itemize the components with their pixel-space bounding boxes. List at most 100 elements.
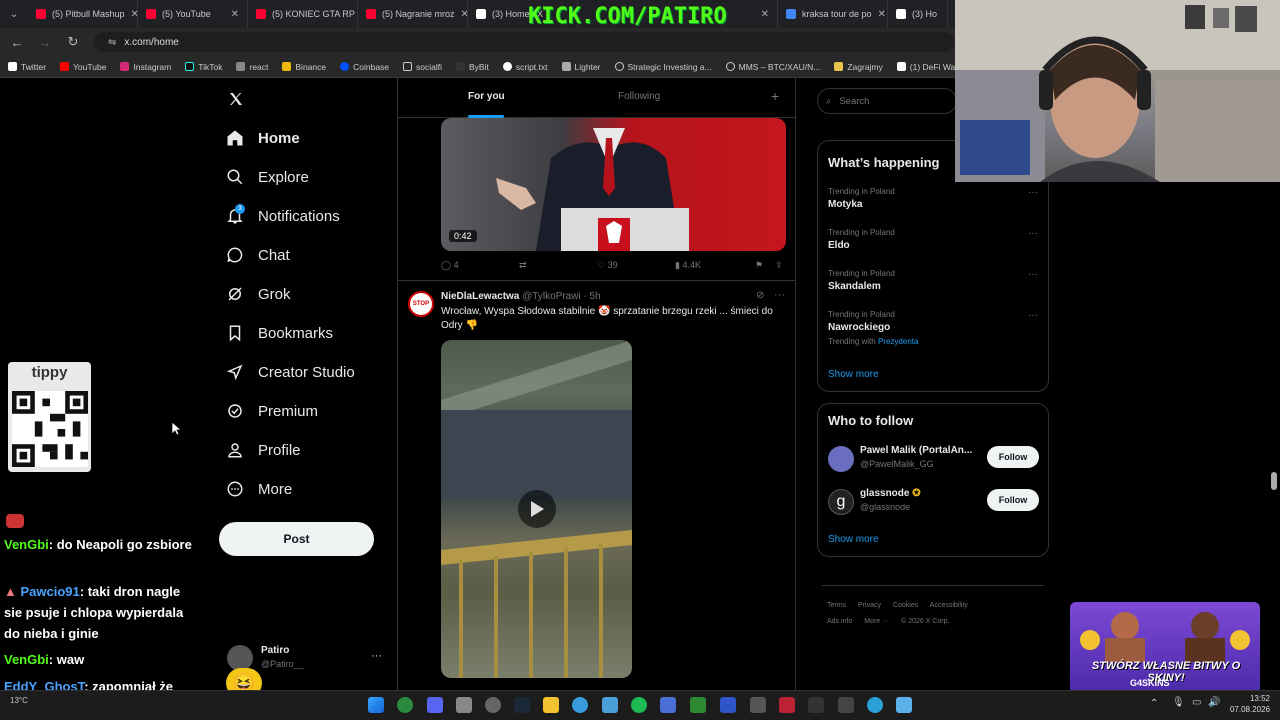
bookmark[interactable]: Strategic Investing a... — [614, 62, 712, 72]
spotify-icon[interactable] — [631, 697, 647, 713]
trend-item[interactable]: Trending in Poland Motyka — [828, 187, 1038, 210]
bookmark[interactable]: Binance — [282, 62, 326, 72]
browser-tab[interactable]: (5) YouTube ✕ — [138, 0, 248, 28]
trend-item[interactable]: Trending in Poland Skandalem — [828, 269, 1038, 292]
show-more-link[interactable]: Show more — [828, 534, 879, 545]
scrollbar-thumb[interactable] — [1271, 472, 1277, 490]
url-field[interactable]: ⇋ x.com/home — [94, 32, 954, 52]
footer-link[interactable]: Privacy — [858, 602, 881, 609]
chat-username[interactable]: VenGbi — [4, 537, 49, 552]
avatar[interactable]: g — [828, 489, 854, 515]
grok-icon[interactable]: ⊘ — [756, 290, 764, 301]
bookmark[interactable]: Twitter — [8, 62, 46, 72]
browser-tab[interactable]: (5) KONIEC GTA RP✕ — [248, 0, 358, 28]
weather-temp[interactable]: 13°C — [10, 696, 28, 705]
bookmark[interactable]: script.txt — [502, 62, 548, 72]
tab-for-you[interactable]: For you — [468, 91, 505, 102]
post-author[interactable]: NieDlaLewactwa — [441, 291, 519, 302]
repost-icon[interactable]: ⇄ — [519, 260, 527, 271]
avatar[interactable]: STOP — [408, 291, 434, 317]
footer-link[interactable]: Ads info — [827, 618, 852, 625]
account-more-icon[interactable]: ··· — [371, 650, 382, 662]
browser-tab[interactable]: (5) Pitbull Mashup ✕ — [28, 0, 138, 28]
close-icon[interactable]: ✕ — [878, 9, 886, 20]
trend-more-icon[interactable]: ··· — [1028, 310, 1038, 321]
microphone-icon[interactable]: 🎙 — [1172, 697, 1185, 708]
add-feed-icon[interactable]: + — [771, 88, 779, 104]
search-input[interactable]: ⌕ Search — [817, 88, 957, 114]
site-settings-icon[interactable]: ⇋ — [108, 37, 116, 48]
app-icon[interactable] — [690, 697, 706, 713]
post-button[interactable]: Post — [219, 522, 374, 556]
bookmark[interactable]: TikTok — [185, 62, 222, 72]
chat-username[interactable]: Pawcio91 — [20, 584, 79, 599]
app-icon[interactable] — [808, 697, 824, 713]
bookmark[interactable]: Zagrajmy — [834, 62, 883, 72]
app-icon[interactable] — [660, 697, 676, 713]
bookmark[interactable]: Coinbase — [340, 62, 389, 72]
footer-link[interactable]: Terms — [827, 602, 846, 609]
footer-link[interactable]: Accessibility — [930, 602, 968, 609]
forward-icon[interactable]: → — [38, 35, 52, 50]
trend-link[interactable]: Prezydenta — [878, 337, 918, 346]
bookmark[interactable]: Instagram — [120, 62, 171, 72]
discord-icon[interactable] — [427, 697, 443, 713]
nav-creator-studio[interactable]: Creator Studio — [226, 363, 355, 381]
browser-tab[interactable]: (5) Nagranie mroz ✕ — [358, 0, 468, 28]
network-icon[interactable]: ▭ — [1192, 697, 1201, 708]
show-more-link[interactable]: Show more — [828, 369, 879, 380]
folder-icon[interactable] — [543, 697, 559, 713]
follow-button[interactable]: Follow — [987, 489, 1039, 511]
post-more-icon[interactable]: ··· — [774, 289, 785, 301]
play-icon[interactable] — [518, 490, 556, 528]
clock-time[interactable]: 13:52 — [1240, 694, 1270, 703]
chrome-icon[interactable] — [397, 697, 413, 713]
trend-more-icon[interactable]: ··· — [1028, 269, 1038, 280]
steam-icon[interactable] — [514, 697, 530, 713]
nav-grok[interactable]: Grok — [226, 285, 291, 303]
nav-notifications[interactable]: 3 Notifications — [226, 204, 340, 225]
follow-name[interactable]: Pawel Malik (PortalAn... — [860, 445, 972, 456]
footer-link[interactable]: Cookies — [893, 602, 918, 609]
tab-list-menu-icon[interactable]: ⌄ — [0, 9, 28, 20]
close-icon[interactable]: ✕ — [131, 9, 137, 20]
video-player[interactable] — [441, 340, 632, 678]
share-icon[interactable]: ⇪ — [775, 260, 783, 271]
app-icon[interactable] — [485, 697, 501, 713]
app-icon[interactable] — [867, 697, 883, 713]
post-handle[interactable]: @TylkoPrawi — [522, 291, 581, 302]
nav-explore[interactable]: Explore — [226, 168, 309, 186]
bookmark[interactable]: YouTube — [60, 62, 106, 72]
tray-chevron-icon[interactable]: ⌃ — [1150, 698, 1158, 709]
bookmark-icon[interactable]: ⚑ — [755, 260, 763, 271]
trend-more-icon[interactable]: ··· — [1028, 187, 1038, 198]
app-icon[interactable] — [720, 697, 736, 713]
app-icon[interactable] — [896, 697, 912, 713]
back-icon[interactable]: ← — [10, 35, 24, 50]
trend-more-icon[interactable]: ··· — [1028, 228, 1038, 239]
x-logo-icon[interactable] — [228, 91, 244, 107]
bookmark[interactable]: react — [236, 62, 268, 72]
video-player[interactable]: 0:42 — [441, 118, 786, 251]
close-icon[interactable]: ✕ — [231, 9, 239, 20]
app-icon[interactable] — [750, 697, 766, 713]
avatar[interactable] — [828, 446, 854, 472]
clock-date[interactable]: 07.08.2026 — [1224, 705, 1270, 714]
nav-home[interactable]: Home — [226, 129, 300, 147]
trend-item[interactable]: Trending in Poland Eldo — [828, 228, 1038, 251]
bookmark[interactable]: socialfi — [403, 62, 442, 72]
nav-profile[interactable]: Profile — [226, 441, 301, 459]
reload-icon[interactable]: ↻ — [66, 34, 80, 50]
nav-bookmarks[interactable]: Bookmarks — [226, 324, 333, 342]
browser-tab[interactable]: kraksa tour de po ✕ — [778, 0, 888, 28]
bookmark[interactable]: ByBit — [456, 62, 489, 72]
nav-more[interactable]: More — [226, 480, 292, 498]
app-icon[interactable] — [456, 697, 472, 713]
bookmark[interactable]: MMS – BTC/XAU/N... — [725, 62, 820, 72]
tab-following[interactable]: Following — [618, 91, 660, 102]
browser-tab[interactable]: (3) Ho — [888, 0, 948, 28]
views-button[interactable]: ▮ 4.4K — [675, 260, 701, 271]
volume-icon[interactable]: 🔊 — [1208, 697, 1220, 708]
edge-icon[interactable] — [572, 697, 588, 713]
trend-item[interactable]: Trending in Poland Nawrockiego Trending … — [828, 310, 1038, 346]
